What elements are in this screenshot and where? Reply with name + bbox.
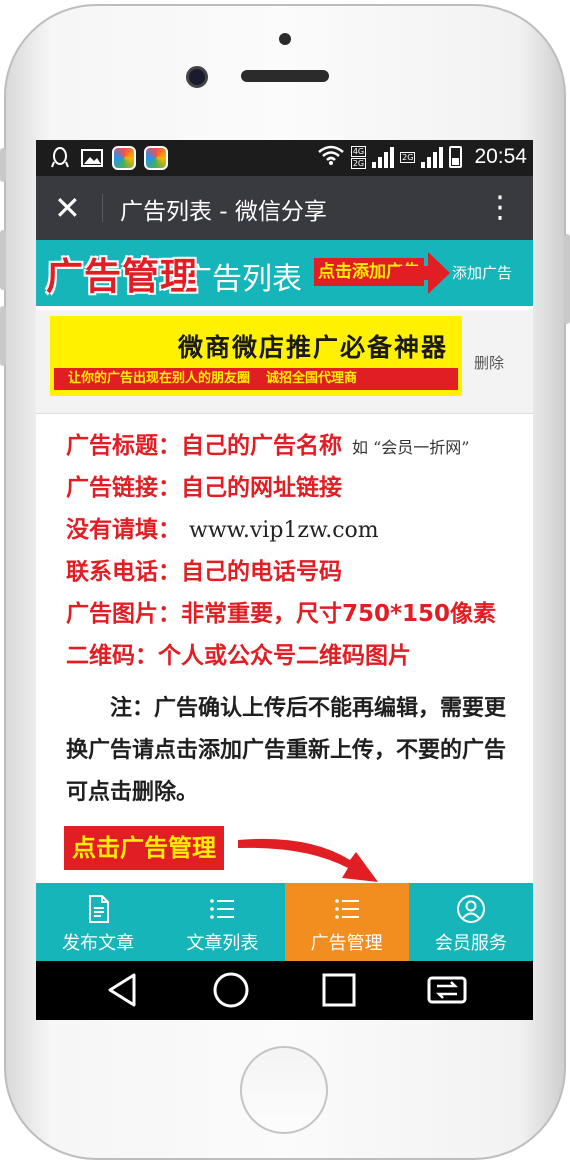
system-nav-bar <box>36 961 533 1020</box>
wechat-title-bar: ✕ 广告列表 - 微信分享 ⋮ <box>36 176 533 240</box>
qq-icon <box>48 146 72 170</box>
phone-screen: 4G 2G 2G 20:54 ✕ 广告列表 - 微信分享 ⋮ 广告管理 广告列表… <box>36 140 533 1020</box>
ad-header: 广告管理 广告列表 点击添加广告 添加广告 <box>36 240 533 306</box>
instructions: 广告标题：自己的广告名称如 “会员一折网” 广告链接：自己的网址链接 没有请填：… <box>66 426 526 678</box>
battery-icon <box>449 146 463 168</box>
example-url: www.vip1zw.com <box>189 518 379 543</box>
list-icon <box>334 899 359 919</box>
network-type-label: 2G <box>350 157 367 169</box>
tab-ad-management[interactable]: 广告管理 <box>284 883 409 961</box>
home-icon[interactable] <box>211 971 251 1009</box>
instruction-line: 广告链接：自己的网址链接 <box>66 468 526 510</box>
ad-list-item: 微商微店推广必备神器 让你的广告出现在别人的朋友圈 诚招全国代理商 删除 <box>36 310 533 414</box>
bottom-tab-bar: 发布文章 文章列表 广告管理 会员服务 <box>36 883 533 961</box>
app-icon <box>112 146 136 170</box>
status-bar: 4G 2G 2G 20:54 <box>36 140 533 176</box>
clock: 20:54 <box>474 145 527 168</box>
instruction-line: 二维码：个人或公众号二维码图片 <box>66 636 526 678</box>
more-menu-icon[interactable]: ⋮ <box>485 188 515 228</box>
volume-down-button <box>0 306 6 366</box>
signal-icon <box>421 146 444 168</box>
add-ad-link[interactable]: 添加广告 <box>452 262 512 283</box>
page-title: 广告列表 - 微信分享 <box>120 199 327 225</box>
user-icon <box>456 895 485 923</box>
banner-subline-right: 诚招全国代理商 <box>266 371 358 386</box>
link-instruction: 广告链接：自己的网址链接 <box>66 475 342 501</box>
power-button <box>564 234 570 324</box>
instruction-line: 联系电话：自己的电话号码 <box>66 552 526 594</box>
tab-label: 发布文章 <box>62 933 135 954</box>
instruction-line: 广告图片：非常重要，尺寸750*150像素 <box>66 594 526 636</box>
note-text: 注：广告确认上传后不能再编辑，需要更换广告请点击添加广告重新上传，不要的广告可点… <box>66 696 507 805</box>
banner-headline: 微商微店推广必备神器 <box>178 333 449 362</box>
title-example: 如 “会员一折网” <box>352 438 470 457</box>
app-icon <box>144 146 168 170</box>
banner-subline: 让你的广告出现在别人的朋友圈 诚招全国代理商 <box>54 368 458 390</box>
signal-icon <box>372 146 395 168</box>
phone-instruction: 联系电话：自己的电话号码 <box>66 559 342 585</box>
tab-publish-article[interactable]: 发布文章 <box>36 883 160 961</box>
instruction-line: 广告标题：自己的广告名称如 “会员一折网” <box>66 426 526 468</box>
arrow-right-icon <box>400 252 450 294</box>
front-camera <box>186 66 208 88</box>
document-icon <box>89 895 110 923</box>
volume-up-button <box>0 230 6 290</box>
page-content: 广告管理 广告列表 点击添加广告 添加广告 微商微店推广必备神器 让你的广告出现… <box>36 240 533 883</box>
ad-banner[interactable]: 微商微店推广必备神器 让你的广告出现在别人的朋友圈 诚招全国代理商 <box>50 316 462 396</box>
instruction-line: 没有请填： www.vip1zw.com <box>66 510 526 552</box>
recent-apps-icon[interactable] <box>321 971 357 1009</box>
close-icon[interactable]: ✕ <box>54 188 81 228</box>
image-instruction: 广告图片：非常重要，尺寸750*150像素 <box>66 601 497 627</box>
proximity-sensor <box>279 33 291 45</box>
wifi-icon <box>317 144 345 170</box>
list-icon <box>210 899 235 919</box>
tab-member-service[interactable]: 会员服务 <box>409 883 533 961</box>
divider <box>102 194 103 222</box>
note-paragraph: 注：广告确认上传后不能再编辑，需要更换广告请点击添加广告重新上传，不要的广告可点… <box>66 688 518 814</box>
home-button[interactable] <box>240 1046 328 1134</box>
list-title: 广告列表 <box>182 262 302 297</box>
tab-label: 会员服务 <box>434 933 507 954</box>
switch-icon[interactable] <box>426 971 468 1009</box>
network-type-label: 4G <box>350 145 367 157</box>
brand-title: 广告管理 <box>46 255 198 298</box>
tab-label: 广告管理 <box>310 933 383 954</box>
network-type-label: 2G <box>400 151 416 163</box>
title-instruction: 广告标题：自己的广告名称 <box>66 433 342 459</box>
tab-article-list[interactable]: 文章列表 <box>160 883 284 961</box>
manage-callout: 点击广告管理 <box>64 826 224 870</box>
image-icon <box>80 146 104 170</box>
tab-label: 文章列表 <box>186 933 259 954</box>
arrow-down-right-icon <box>238 838 378 882</box>
earpiece-speaker <box>241 70 329 82</box>
mute-switch <box>0 148 6 182</box>
delete-link[interactable]: 删除 <box>474 352 504 373</box>
back-icon[interactable] <box>104 971 140 1009</box>
qr-instruction: 二维码：个人或公众号二维码图片 <box>66 643 411 669</box>
banner-subline-left: 让你的广告出现在别人的朋友圈 <box>68 371 251 386</box>
empty-instruction: 没有请填： <box>66 517 181 543</box>
